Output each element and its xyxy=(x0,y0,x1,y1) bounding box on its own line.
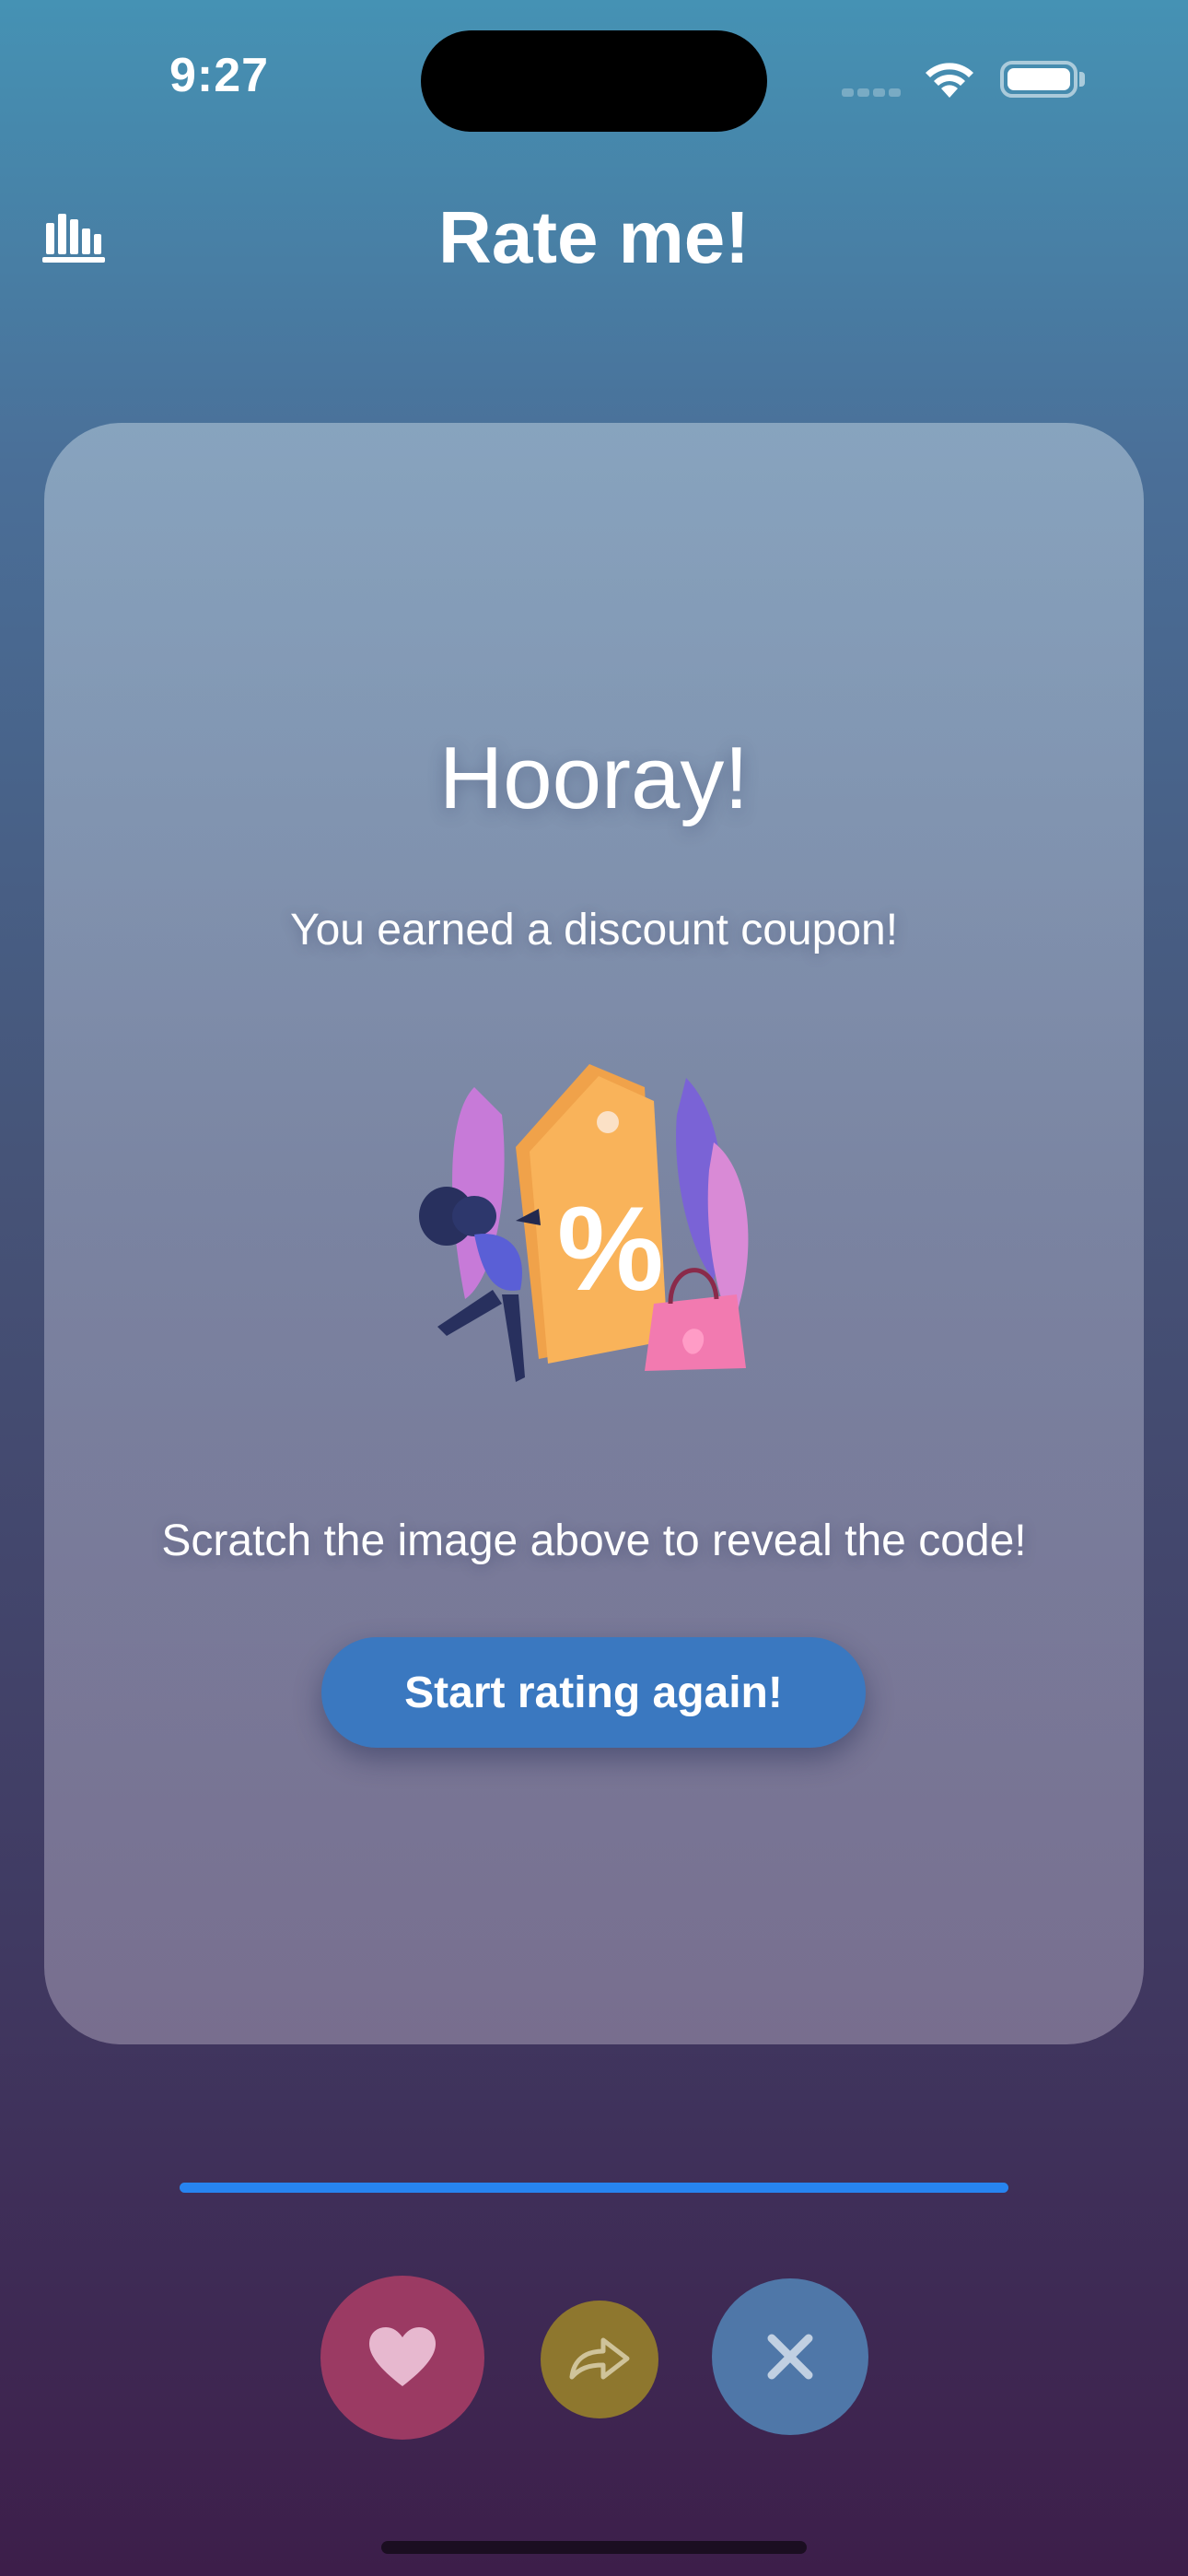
cellular-signal-icon xyxy=(842,85,904,98)
close-icon xyxy=(767,2334,813,2380)
share-arrow-icon xyxy=(569,2337,630,2380)
scratch-instruction: Scratch the image above to reveal the co… xyxy=(161,1516,1027,1565)
rating-progress-bar xyxy=(180,2183,1008,2193)
page-title: Rate me! xyxy=(438,196,750,278)
card-subtitle: You earned a discount coupon! xyxy=(289,906,899,954)
share-button[interactable] xyxy=(541,2301,658,2418)
dislike-button[interactable] xyxy=(712,2278,868,2435)
home-indicator xyxy=(381,2541,807,2554)
heart-icon xyxy=(369,2327,436,2386)
like-button[interactable] xyxy=(320,2276,484,2440)
card-heading: Hooray! xyxy=(438,729,750,827)
progress-fill xyxy=(180,2183,1008,2193)
dynamic-island xyxy=(421,30,767,132)
status-time: 9:27 xyxy=(169,49,270,102)
wifi-icon xyxy=(926,63,973,98)
start-rating-again-button[interactable]: Start rating again! xyxy=(321,1637,866,1748)
discount-coupon-illustration[interactable]: % xyxy=(410,1060,778,1410)
battery-full-icon xyxy=(1000,61,1077,98)
battery-tip xyxy=(1079,72,1085,87)
svg-text:%: % xyxy=(557,1181,664,1316)
